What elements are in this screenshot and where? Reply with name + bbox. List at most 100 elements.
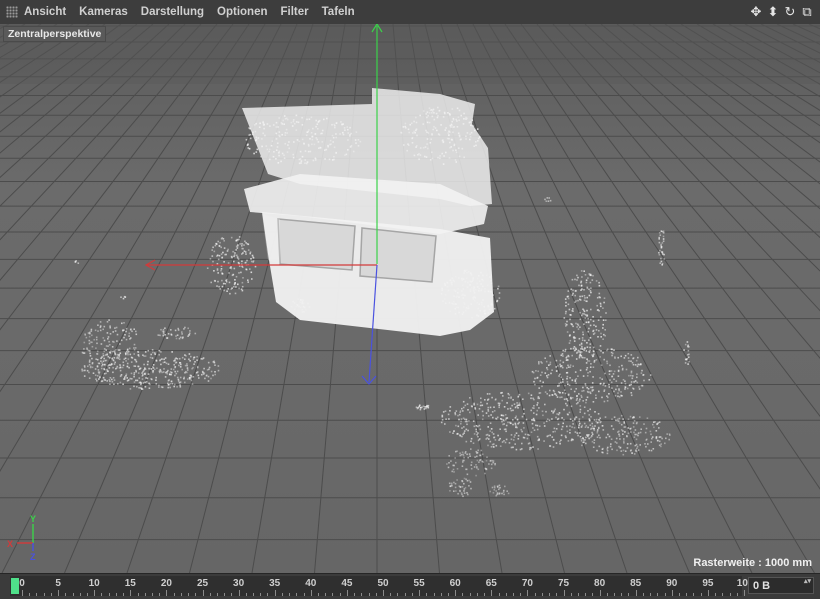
scan-point <box>126 380 129 382</box>
panel-grip-icon[interactable] <box>6 6 18 18</box>
scan-point <box>572 438 574 441</box>
scan-point <box>555 359 558 362</box>
scan-point <box>499 437 501 440</box>
scan-point <box>85 336 88 339</box>
menu-filter[interactable]: Filter <box>281 6 309 18</box>
grid-line <box>536 24 820 359</box>
scan-point <box>465 277 468 280</box>
scan-point <box>174 383 176 386</box>
scan-point <box>539 374 542 376</box>
scan-point <box>567 383 569 385</box>
scan-point <box>584 383 587 385</box>
scan-point <box>452 432 454 434</box>
scan-point <box>571 354 573 357</box>
scan-point <box>451 120 453 123</box>
scan-point <box>280 160 282 163</box>
scan-point <box>114 327 116 329</box>
scan-point <box>164 327 166 329</box>
timeline-minor-tick <box>180 593 182 596</box>
scan-point <box>601 396 603 399</box>
scan-point <box>527 392 530 395</box>
scan-point <box>448 302 451 304</box>
timeline-minor-tick <box>635 590 637 596</box>
scan-point <box>229 292 231 295</box>
scan-point <box>261 145 263 148</box>
scan-point <box>311 135 313 138</box>
scan-point <box>452 468 455 471</box>
scan-point <box>196 365 199 368</box>
scan-point <box>434 127 437 129</box>
scan-point <box>477 315 480 317</box>
scan-point <box>123 336 125 339</box>
current-frame-field[interactable]: 0 B <box>748 577 814 594</box>
scan-point <box>626 387 629 390</box>
scan-point <box>589 281 592 284</box>
scan-point <box>301 311 304 313</box>
scan-point <box>143 363 145 366</box>
scan-point <box>562 355 564 357</box>
scan-point <box>561 392 564 394</box>
scan-point <box>602 338 604 340</box>
scan-point <box>602 451 604 454</box>
scan-point <box>618 445 620 448</box>
scan-point <box>235 275 238 278</box>
scan-point <box>458 413 461 416</box>
scan-point <box>553 427 556 430</box>
scan-point <box>314 133 317 135</box>
scan-point <box>233 255 235 258</box>
scan-point <box>100 343 103 345</box>
scan-point <box>533 405 535 407</box>
dolly-view-icon[interactable]: ⬍ <box>766 4 780 20</box>
scan-point <box>636 365 639 368</box>
scan-point <box>77 262 80 264</box>
scan-point <box>592 320 595 322</box>
scan-point <box>516 402 518 404</box>
scan-point <box>454 457 456 459</box>
menu-optionen[interactable]: Optionen <box>217 6 267 18</box>
scan-point <box>494 439 497 441</box>
scan-point <box>490 280 492 282</box>
scan-point <box>166 372 168 375</box>
scan-point <box>91 345 94 348</box>
timeline-minor-tick <box>245 593 247 596</box>
scan-point <box>608 383 610 386</box>
menu-tafeln[interactable]: Tafeln <box>322 6 355 18</box>
scan-point <box>514 423 517 426</box>
scan-point <box>555 416 557 419</box>
playhead-marker[interactable] <box>11 578 19 594</box>
scan-point <box>584 347 586 350</box>
scan-point <box>100 367 103 370</box>
scan-point <box>474 299 476 302</box>
scan-point <box>152 351 154 354</box>
scan-point <box>304 150 307 152</box>
grid-line <box>0 24 42 48</box>
toggle-panel-icon[interactable]: ⧉ <box>800 4 814 20</box>
scan-point <box>272 155 275 158</box>
3d-viewport[interactable]: Y X Z Zentralperspektive Rasterweite : 1… <box>0 24 820 573</box>
menu-darstellung[interactable]: Darstellung <box>141 6 204 18</box>
scan-point <box>621 395 623 397</box>
scan-point <box>625 368 628 371</box>
scan-point <box>593 419 596 421</box>
camera-label[interactable]: Zentralperspektive <box>3 26 107 42</box>
scan-point <box>655 437 658 440</box>
scan-point <box>630 383 632 386</box>
move-view-icon[interactable]: ✥ <box>749 4 763 20</box>
scan-point <box>221 279 223 282</box>
menu-ansicht[interactable]: Ansicht <box>24 6 66 18</box>
scan-point <box>487 415 490 417</box>
scan-point <box>116 356 119 358</box>
scan-point <box>108 340 110 343</box>
rotate-view-icon[interactable]: ↻ <box>783 4 797 20</box>
scan-point <box>661 230 664 233</box>
timeline-ruler[interactable]: 0 5 10 15 20 25 30 35 40 45 50 55 60 65 70 75 80 85 90 95 10… <box>10 576 751 596</box>
scan-point <box>485 412 488 414</box>
scan-point <box>233 260 235 263</box>
menu-kameras[interactable]: Kameras <box>79 6 128 18</box>
scan-point <box>119 343 121 345</box>
scan-point <box>473 292 476 294</box>
scan-point <box>473 286 476 289</box>
timeline-minor-tick <box>289 593 291 596</box>
scan-point <box>266 148 269 151</box>
scan-point <box>246 144 249 146</box>
